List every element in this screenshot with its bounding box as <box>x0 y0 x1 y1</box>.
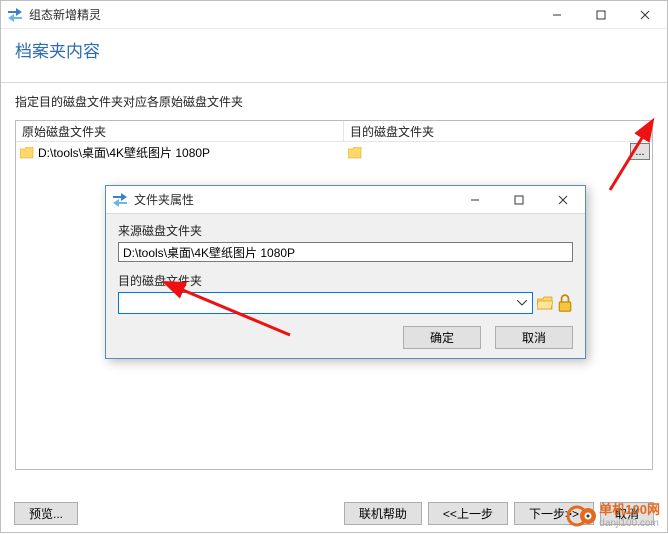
col-header-dest[interactable]: 目的磁盘文件夹 <box>344 121 652 141</box>
source-path: D:\tools\桌面\4K壁纸图片 1080P <box>38 144 210 161</box>
close-button[interactable] <box>623 1 667 28</box>
list-header: 原始磁盘文件夹 目的磁盘文件夹 <box>16 121 652 142</box>
watermark-text-en: danji100.com <box>599 518 660 529</box>
app-icon <box>7 7 23 23</box>
watermark-text-cn: 单机100网 <box>599 503 660 517</box>
ok-button[interactable]: 确定 <box>403 326 481 349</box>
dest-label: 目的磁盘文件夹 <box>118 272 573 289</box>
wizard-titlebar: 组态新增精灵 <box>1 1 667 29</box>
close-button[interactable] <box>541 186 585 213</box>
chevron-down-icon <box>515 296 529 310</box>
window-controls <box>535 1 667 28</box>
watermark: 单机100网 danji100.com <box>567 501 660 531</box>
browse-button[interactable]: ... <box>630 143 650 160</box>
folder-properties-dialog: 文件夹属性 来源磁盘文件夹 目的磁盘文件夹 确定 <box>105 185 586 359</box>
app-icon <box>112 192 128 208</box>
dialog-cancel-button[interactable]: 取消 <box>495 326 573 349</box>
dialog-window-controls <box>453 186 585 213</box>
watermark-logo-icon <box>567 501 597 531</box>
page-title: 档案夹内容 <box>15 37 653 62</box>
minimize-button[interactable] <box>535 1 579 28</box>
cell-source: D:\tools\桌面\4K壁纸图片 1080P <box>16 142 344 163</box>
instruction-text: 指定目的磁盘文件夹对应各原始磁盘文件夹 <box>15 93 653 110</box>
minimize-button[interactable] <box>453 186 497 213</box>
preview-button[interactable]: 预览... <box>14 502 78 525</box>
maximize-button[interactable] <box>497 186 541 213</box>
col-header-source[interactable]: 原始磁盘文件夹 <box>16 121 344 141</box>
lock-icon[interactable] <box>557 295 573 311</box>
dialog-titlebar: 文件夹属性 <box>106 186 585 214</box>
wizard-title: 组态新增精灵 <box>29 6 535 23</box>
folder-icon <box>348 147 362 159</box>
wizard-header: 档案夹内容 <box>1 29 667 83</box>
cell-dest: ... <box>344 142 652 163</box>
list-row[interactable]: D:\tools\桌面\4K壁纸图片 1080P ... <box>16 142 652 163</box>
source-label: 来源磁盘文件夹 <box>118 222 573 239</box>
maximize-button[interactable] <box>579 1 623 28</box>
folder-icon <box>20 147 34 159</box>
dialog-title: 文件夹属性 <box>134 191 453 208</box>
source-input[interactable] <box>118 242 573 262</box>
browse-folder-icon[interactable] <box>537 295 553 311</box>
dest-combo[interactable] <box>118 292 533 314</box>
help-button[interactable]: 联机帮助 <box>344 502 422 525</box>
back-button[interactable]: <<上一步 <box>428 502 508 525</box>
wizard-footer: 预览... 联机帮助 <<上一步 下一步>> 取消 <box>14 502 654 525</box>
